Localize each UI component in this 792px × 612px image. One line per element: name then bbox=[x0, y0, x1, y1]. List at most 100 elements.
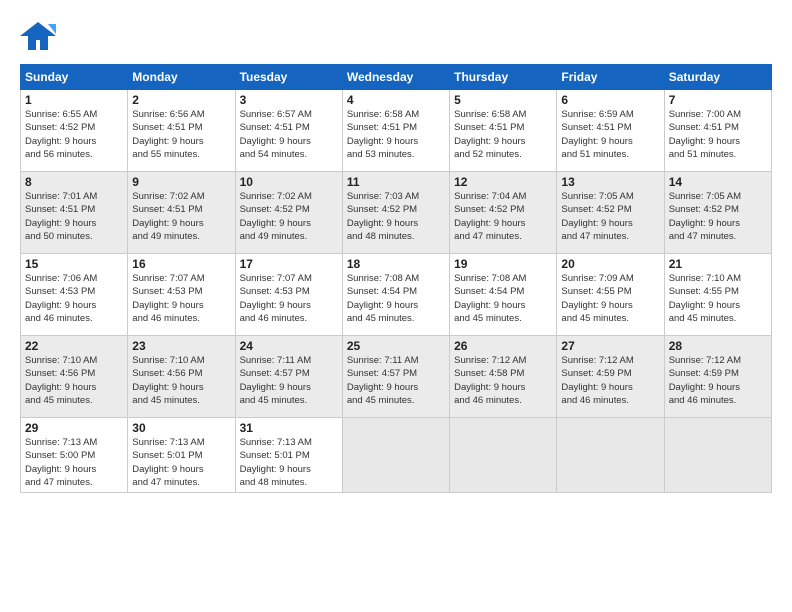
day-number: 30 bbox=[132, 421, 230, 435]
day-cell: 6Sunrise: 6:59 AMSunset: 4:51 PMDaylight… bbox=[557, 90, 664, 172]
day-cell: 30Sunrise: 7:13 AMSunset: 5:01 PMDayligh… bbox=[128, 418, 235, 493]
day-number: 19 bbox=[454, 257, 552, 271]
day-cell: 11Sunrise: 7:03 AMSunset: 4:52 PMDayligh… bbox=[342, 172, 449, 254]
day-cell: 12Sunrise: 7:04 AMSunset: 4:52 PMDayligh… bbox=[450, 172, 557, 254]
day-cell: 2Sunrise: 6:56 AMSunset: 4:51 PMDaylight… bbox=[128, 90, 235, 172]
day-cell: 25Sunrise: 7:11 AMSunset: 4:57 PMDayligh… bbox=[342, 336, 449, 418]
day-cell: 3Sunrise: 6:57 AMSunset: 4:51 PMDaylight… bbox=[235, 90, 342, 172]
day-number: 14 bbox=[669, 175, 767, 189]
day-number: 17 bbox=[240, 257, 338, 271]
day-number: 31 bbox=[240, 421, 338, 435]
day-info: Sunrise: 7:06 AMSunset: 4:53 PMDaylight:… bbox=[25, 272, 123, 325]
calendar: SundayMondayTuesdayWednesdayThursdayFrid… bbox=[20, 64, 772, 493]
day-info: Sunrise: 6:55 AMSunset: 4:52 PMDaylight:… bbox=[25, 108, 123, 161]
day-info: Sunrise: 7:09 AMSunset: 4:55 PMDaylight:… bbox=[561, 272, 659, 325]
day-number: 25 bbox=[347, 339, 445, 353]
day-cell: 16Sunrise: 7:07 AMSunset: 4:53 PMDayligh… bbox=[128, 254, 235, 336]
day-cell: 5Sunrise: 6:58 AMSunset: 4:51 PMDaylight… bbox=[450, 90, 557, 172]
day-cell: 13Sunrise: 7:05 AMSunset: 4:52 PMDayligh… bbox=[557, 172, 664, 254]
week-row-3: 15Sunrise: 7:06 AMSunset: 4:53 PMDayligh… bbox=[21, 254, 772, 336]
day-cell bbox=[342, 418, 449, 493]
week-row-1: 1Sunrise: 6:55 AMSunset: 4:52 PMDaylight… bbox=[21, 90, 772, 172]
day-number: 26 bbox=[454, 339, 552, 353]
day-cell: 17Sunrise: 7:07 AMSunset: 4:53 PMDayligh… bbox=[235, 254, 342, 336]
weekday-header-row: SundayMondayTuesdayWednesdayThursdayFrid… bbox=[21, 65, 772, 90]
logo bbox=[20, 18, 60, 54]
day-number: 7 bbox=[669, 93, 767, 107]
day-number: 18 bbox=[347, 257, 445, 271]
week-row-2: 8Sunrise: 7:01 AMSunset: 4:51 PMDaylight… bbox=[21, 172, 772, 254]
header bbox=[20, 18, 772, 54]
day-info: Sunrise: 7:07 AMSunset: 4:53 PMDaylight:… bbox=[132, 272, 230, 325]
weekday-header-friday: Friday bbox=[557, 65, 664, 90]
day-info: Sunrise: 6:58 AMSunset: 4:51 PMDaylight:… bbox=[347, 108, 445, 161]
day-number: 21 bbox=[669, 257, 767, 271]
day-number: 12 bbox=[454, 175, 552, 189]
day-cell: 1Sunrise: 6:55 AMSunset: 4:52 PMDaylight… bbox=[21, 90, 128, 172]
week-row-5: 29Sunrise: 7:13 AMSunset: 5:00 PMDayligh… bbox=[21, 418, 772, 493]
day-number: 5 bbox=[454, 93, 552, 107]
day-info: Sunrise: 7:13 AMSunset: 5:01 PMDaylight:… bbox=[132, 436, 230, 489]
day-number: 6 bbox=[561, 93, 659, 107]
day-cell: 21Sunrise: 7:10 AMSunset: 4:55 PMDayligh… bbox=[664, 254, 771, 336]
day-info: Sunrise: 7:11 AMSunset: 4:57 PMDaylight:… bbox=[240, 354, 338, 407]
page-container: SundayMondayTuesdayWednesdayThursdayFrid… bbox=[0, 0, 792, 503]
day-cell bbox=[557, 418, 664, 493]
day-cell: 28Sunrise: 7:12 AMSunset: 4:59 PMDayligh… bbox=[664, 336, 771, 418]
day-number: 13 bbox=[561, 175, 659, 189]
day-info: Sunrise: 7:10 AMSunset: 4:56 PMDaylight:… bbox=[25, 354, 123, 407]
day-info: Sunrise: 7:02 AMSunset: 4:51 PMDaylight:… bbox=[132, 190, 230, 243]
day-info: Sunrise: 7:08 AMSunset: 4:54 PMDaylight:… bbox=[347, 272, 445, 325]
day-number: 27 bbox=[561, 339, 659, 353]
weekday-header-wednesday: Wednesday bbox=[342, 65, 449, 90]
day-number: 8 bbox=[25, 175, 123, 189]
day-info: Sunrise: 7:08 AMSunset: 4:54 PMDaylight:… bbox=[454, 272, 552, 325]
day-cell: 22Sunrise: 7:10 AMSunset: 4:56 PMDayligh… bbox=[21, 336, 128, 418]
day-cell: 8Sunrise: 7:01 AMSunset: 4:51 PMDaylight… bbox=[21, 172, 128, 254]
logo-icon bbox=[20, 18, 56, 54]
day-info: Sunrise: 7:11 AMSunset: 4:57 PMDaylight:… bbox=[347, 354, 445, 407]
day-cell: 31Sunrise: 7:13 AMSunset: 5:01 PMDayligh… bbox=[235, 418, 342, 493]
day-number: 24 bbox=[240, 339, 338, 353]
day-cell: 19Sunrise: 7:08 AMSunset: 4:54 PMDayligh… bbox=[450, 254, 557, 336]
day-cell: 24Sunrise: 7:11 AMSunset: 4:57 PMDayligh… bbox=[235, 336, 342, 418]
day-number: 4 bbox=[347, 93, 445, 107]
day-info: Sunrise: 7:01 AMSunset: 4:51 PMDaylight:… bbox=[25, 190, 123, 243]
day-number: 10 bbox=[240, 175, 338, 189]
day-number: 20 bbox=[561, 257, 659, 271]
day-info: Sunrise: 7:10 AMSunset: 4:55 PMDaylight:… bbox=[669, 272, 767, 325]
day-cell: 29Sunrise: 7:13 AMSunset: 5:00 PMDayligh… bbox=[21, 418, 128, 493]
day-cell bbox=[450, 418, 557, 493]
weekday-header-saturday: Saturday bbox=[664, 65, 771, 90]
day-cell: 4Sunrise: 6:58 AMSunset: 4:51 PMDaylight… bbox=[342, 90, 449, 172]
day-info: Sunrise: 6:59 AMSunset: 4:51 PMDaylight:… bbox=[561, 108, 659, 161]
day-cell: 18Sunrise: 7:08 AMSunset: 4:54 PMDayligh… bbox=[342, 254, 449, 336]
day-info: Sunrise: 7:03 AMSunset: 4:52 PMDaylight:… bbox=[347, 190, 445, 243]
week-row-4: 22Sunrise: 7:10 AMSunset: 4:56 PMDayligh… bbox=[21, 336, 772, 418]
day-number: 22 bbox=[25, 339, 123, 353]
day-cell: 23Sunrise: 7:10 AMSunset: 4:56 PMDayligh… bbox=[128, 336, 235, 418]
day-cell: 10Sunrise: 7:02 AMSunset: 4:52 PMDayligh… bbox=[235, 172, 342, 254]
day-cell: 27Sunrise: 7:12 AMSunset: 4:59 PMDayligh… bbox=[557, 336, 664, 418]
day-info: Sunrise: 7:13 AMSunset: 5:00 PMDaylight:… bbox=[25, 436, 123, 489]
day-cell: 15Sunrise: 7:06 AMSunset: 4:53 PMDayligh… bbox=[21, 254, 128, 336]
weekday-header-thursday: Thursday bbox=[450, 65, 557, 90]
day-info: Sunrise: 7:05 AMSunset: 4:52 PMDaylight:… bbox=[561, 190, 659, 243]
day-info: Sunrise: 7:12 AMSunset: 4:59 PMDaylight:… bbox=[561, 354, 659, 407]
day-number: 9 bbox=[132, 175, 230, 189]
day-number: 3 bbox=[240, 93, 338, 107]
day-cell: 14Sunrise: 7:05 AMSunset: 4:52 PMDayligh… bbox=[664, 172, 771, 254]
day-info: Sunrise: 7:12 AMSunset: 4:59 PMDaylight:… bbox=[669, 354, 767, 407]
day-number: 29 bbox=[25, 421, 123, 435]
day-info: Sunrise: 7:07 AMSunset: 4:53 PMDaylight:… bbox=[240, 272, 338, 325]
day-info: Sunrise: 7:13 AMSunset: 5:01 PMDaylight:… bbox=[240, 436, 338, 489]
weekday-header-tuesday: Tuesday bbox=[235, 65, 342, 90]
day-number: 15 bbox=[25, 257, 123, 271]
day-info: Sunrise: 6:58 AMSunset: 4:51 PMDaylight:… bbox=[454, 108, 552, 161]
day-number: 23 bbox=[132, 339, 230, 353]
day-cell: 7Sunrise: 7:00 AMSunset: 4:51 PMDaylight… bbox=[664, 90, 771, 172]
day-info: Sunrise: 7:10 AMSunset: 4:56 PMDaylight:… bbox=[132, 354, 230, 407]
day-info: Sunrise: 7:05 AMSunset: 4:52 PMDaylight:… bbox=[669, 190, 767, 243]
day-cell: 26Sunrise: 7:12 AMSunset: 4:58 PMDayligh… bbox=[450, 336, 557, 418]
day-cell: 20Sunrise: 7:09 AMSunset: 4:55 PMDayligh… bbox=[557, 254, 664, 336]
